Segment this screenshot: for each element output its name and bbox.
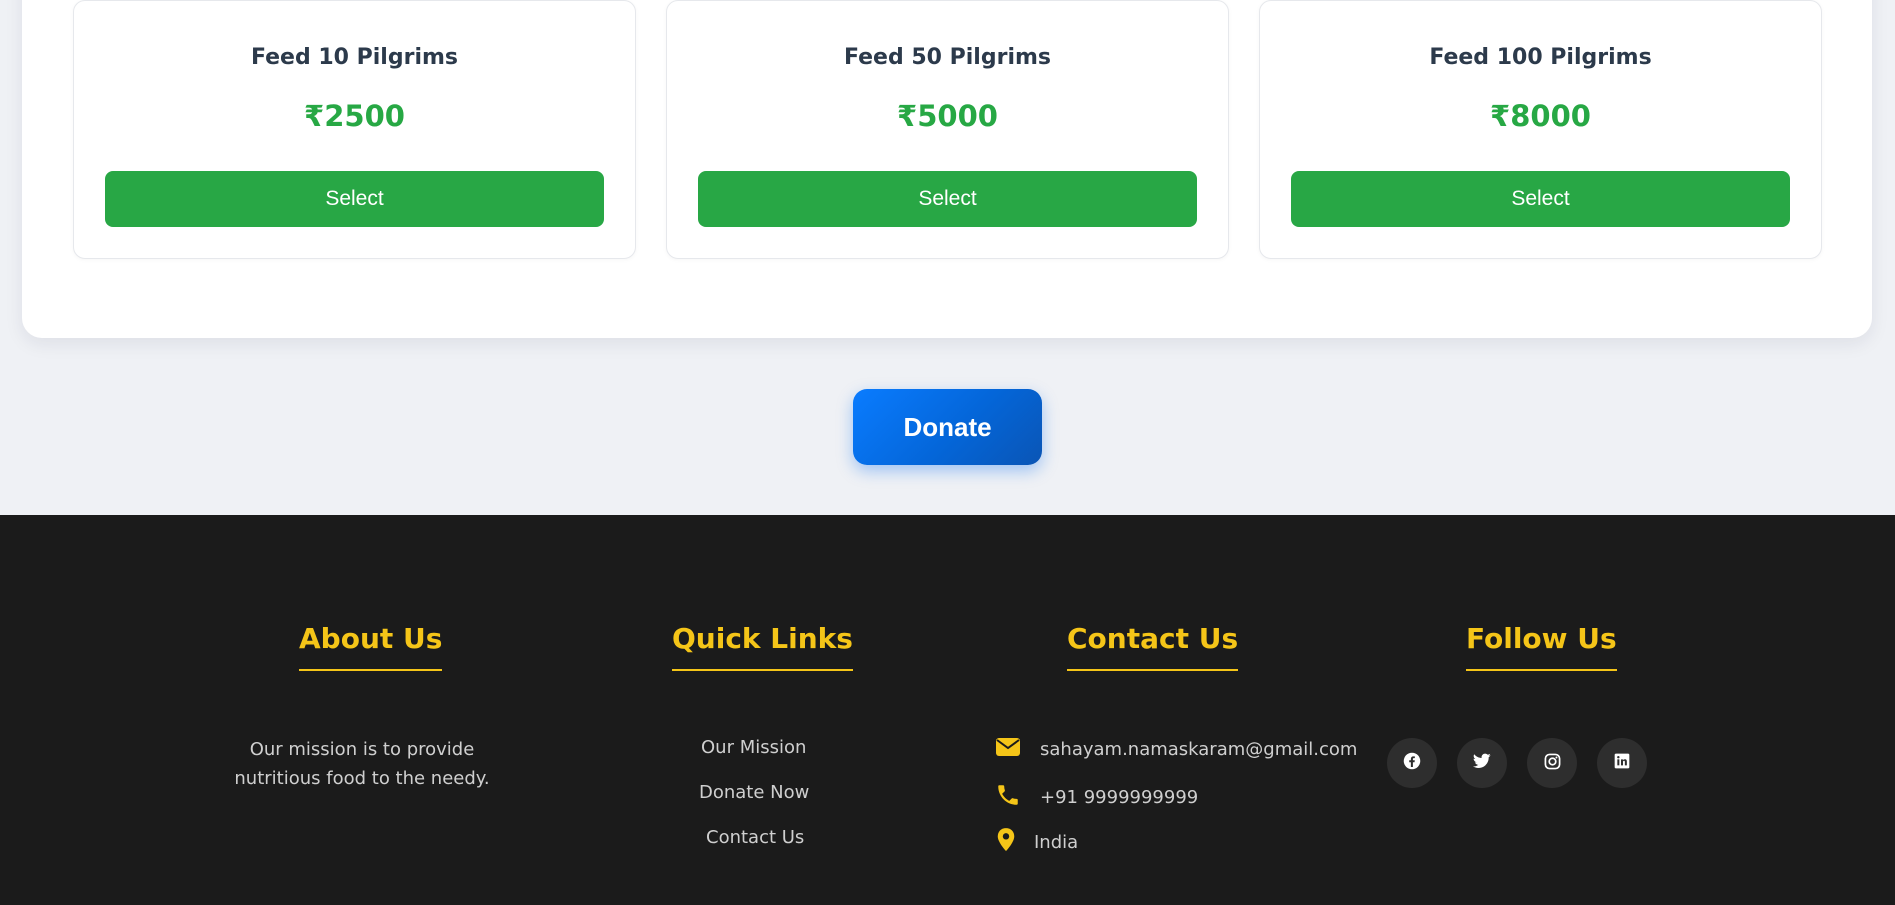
contact-email-row: sahayam.namaskaram@gmail.com (995, 737, 1357, 762)
linkedin-link[interactable] (1597, 738, 1647, 788)
map-pin-icon (995, 827, 1017, 858)
package-card-100: Feed 100 Pilgrims ₹8000 Select (1259, 0, 1822, 259)
package-title: Feed 100 Pilgrims (1429, 45, 1652, 70)
contact-heading: Contact Us (1067, 622, 1239, 671)
contact-location: India (1034, 832, 1079, 853)
about-heading: About Us (299, 622, 443, 671)
package-price: ₹2500 (304, 99, 405, 133)
contact-email[interactable]: sahayam.namaskaram@gmail.com (1040, 739, 1357, 760)
footer: About Us Our mission is to provide nutri… (0, 515, 1895, 905)
package-card-10: Feed 10 Pilgrims ₹2500 Select (73, 0, 636, 259)
select-button[interactable]: Select (1291, 171, 1790, 227)
facebook-link[interactable] (1387, 738, 1437, 788)
instagram-link[interactable] (1527, 738, 1577, 788)
contact-phone[interactable]: +91 9999999999 (1040, 787, 1198, 808)
select-button[interactable]: Select (105, 171, 604, 227)
instagram-icon (1544, 753, 1561, 774)
package-price: ₹8000 (1490, 99, 1591, 133)
facebook-icon (1403, 752, 1421, 774)
envelope-icon (995, 737, 1021, 762)
select-button[interactable]: Select (698, 171, 1197, 227)
package-title: Feed 10 Pilgrims (250, 45, 459, 70)
follow-heading: Follow Us (1466, 622, 1617, 671)
twitter-icon (1472, 753, 1491, 773)
link-donate-now[interactable]: Donate Now (699, 782, 809, 803)
twitter-link[interactable] (1457, 738, 1507, 788)
about-text: Our mission is to provide nutritious foo… (234, 739, 490, 789)
quick-links-heading: Quick Links (672, 622, 853, 671)
package-title: Feed 50 Pilgrims (843, 45, 1052, 70)
link-our-mission[interactable]: Our Mission (701, 737, 806, 758)
phone-icon (995, 782, 1021, 813)
link-contact-us[interactable]: Contact Us (706, 827, 804, 848)
donate-button[interactable]: Donate (853, 389, 1042, 465)
contact-location-row: India (995, 827, 1078, 858)
package-card-50: Feed 50 Pilgrims ₹5000 Select (666, 0, 1229, 259)
packages-panel: Feed 10 Pilgrims ₹2500 Select Feed 50 Pi… (22, 0, 1872, 338)
package-price: ₹5000 (897, 99, 998, 133)
linkedin-icon (1614, 753, 1630, 773)
contact-phone-row: +91 9999999999 (995, 782, 1198, 813)
